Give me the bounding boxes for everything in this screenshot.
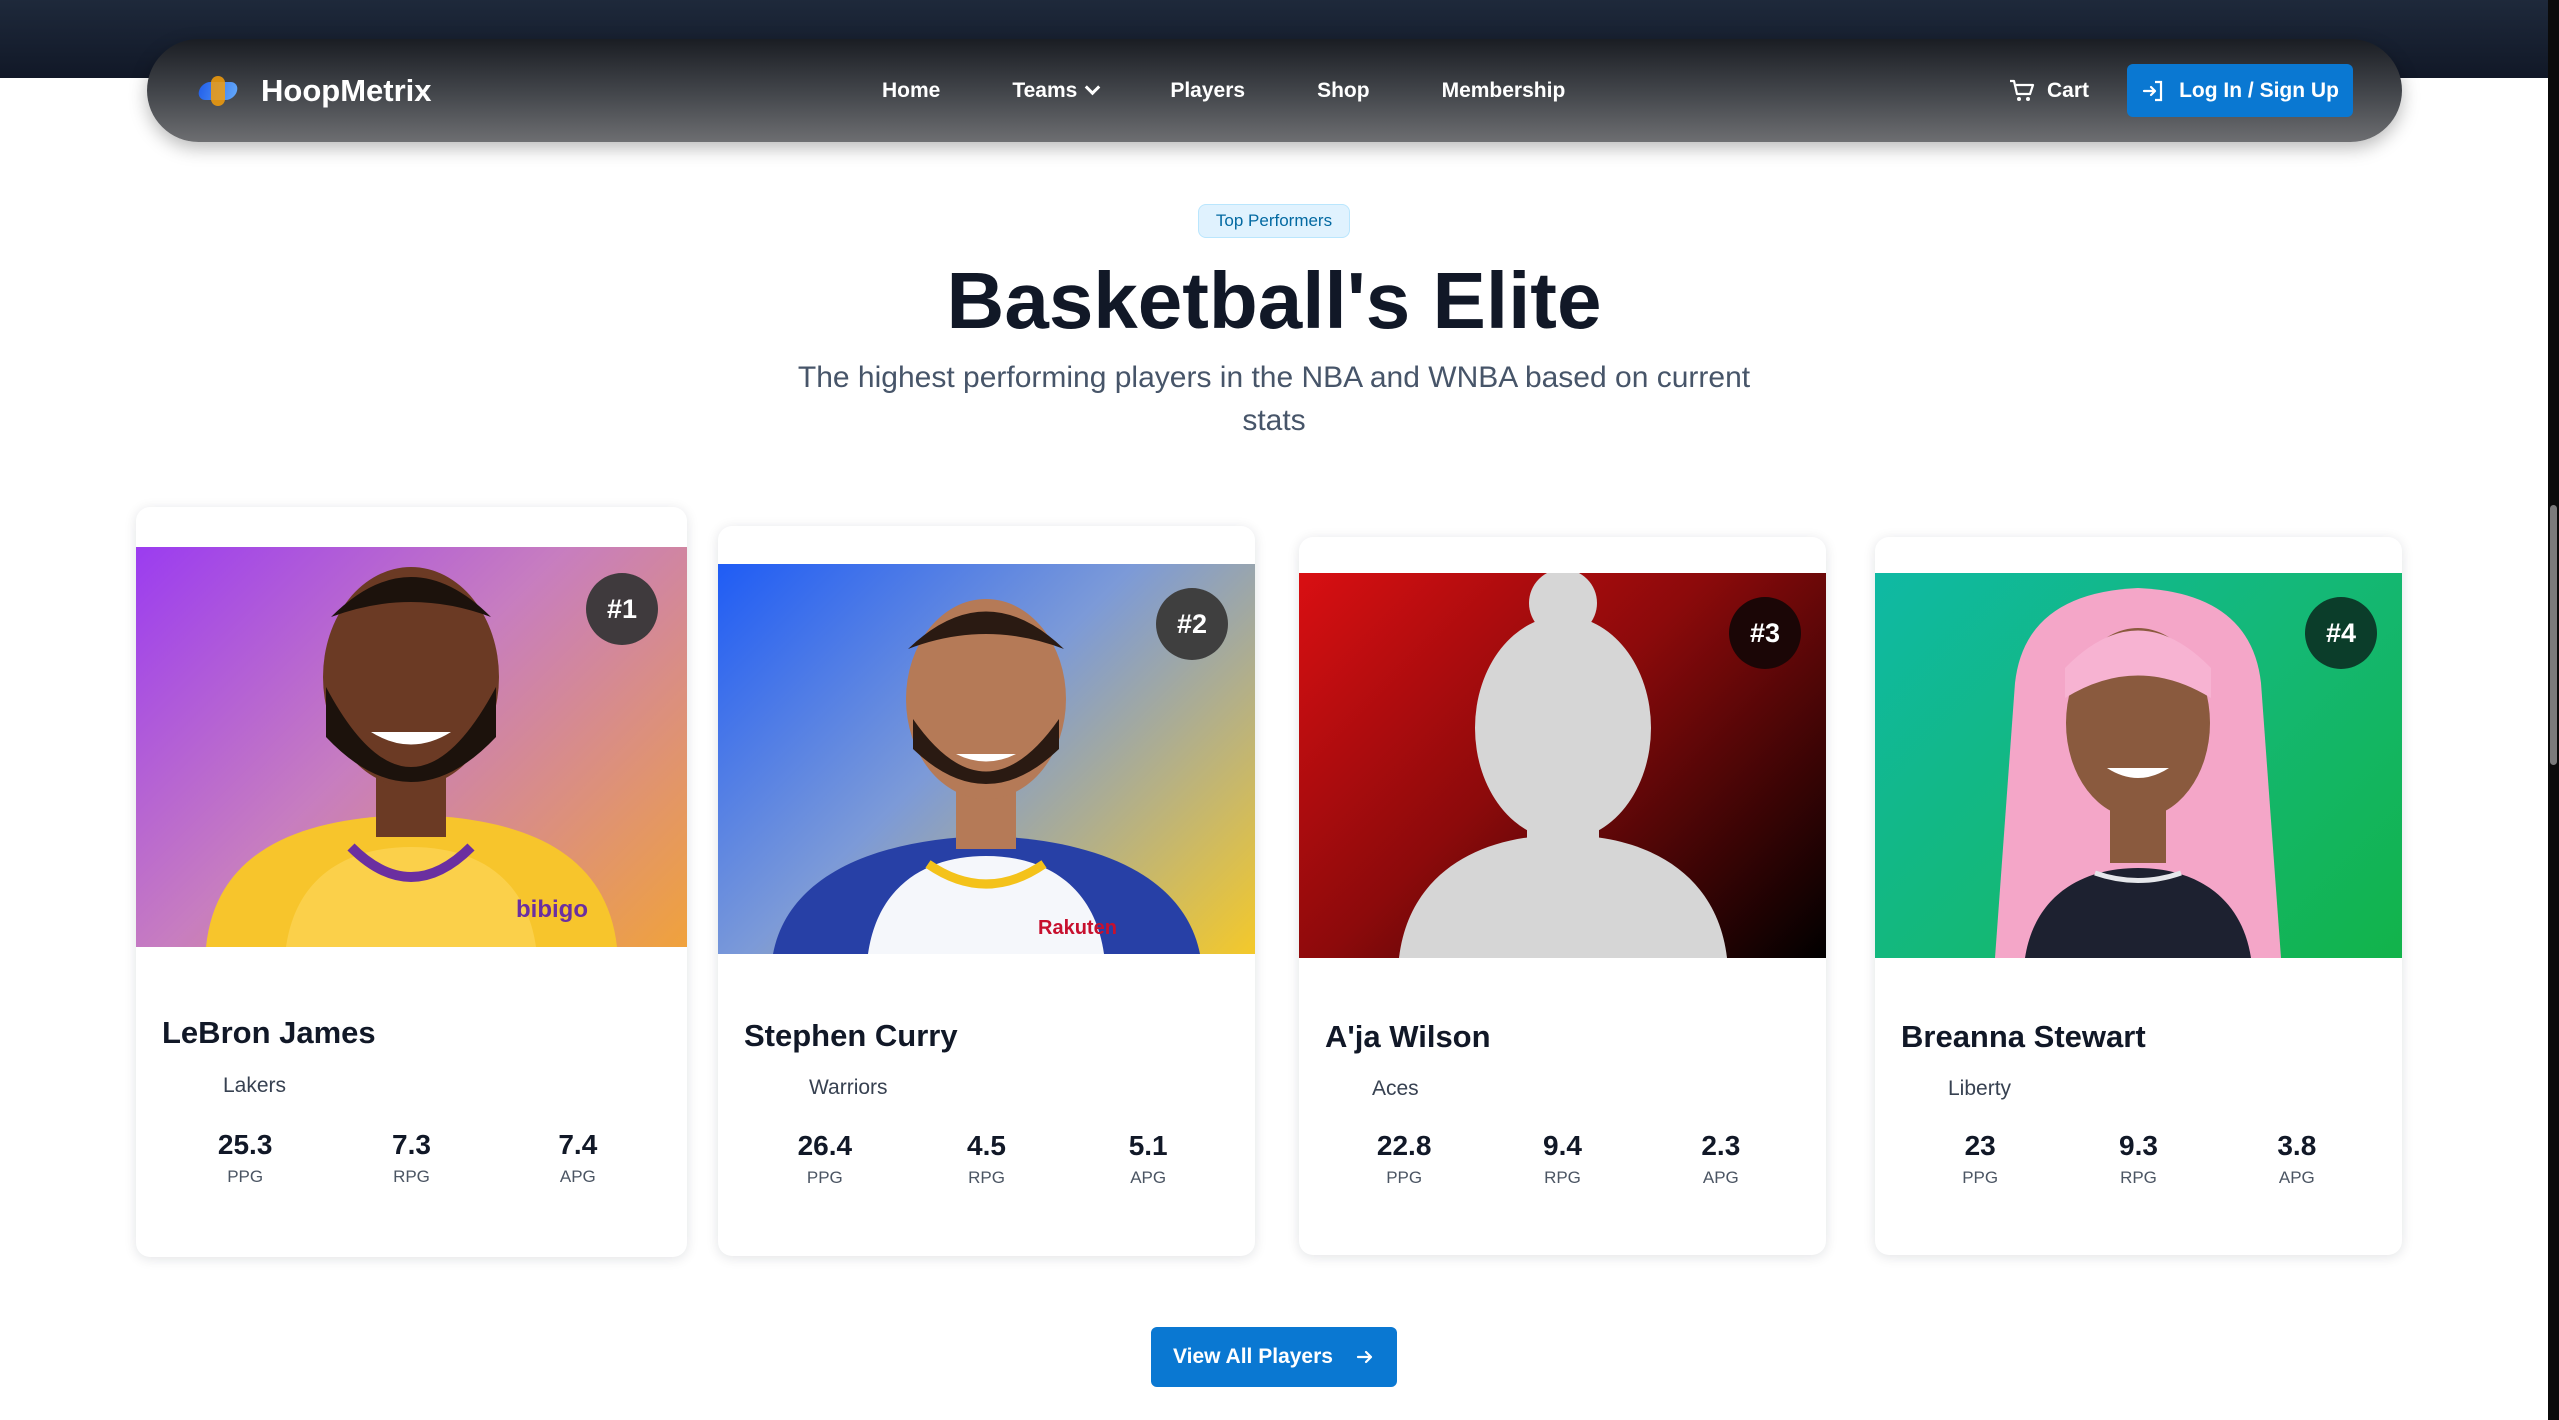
stat-label: RPG [393, 1167, 430, 1186]
team-name: Warriors [809, 1076, 888, 1099]
player-stats: 25.3 PPG 7.3 RPG 7.4 APG [162, 1129, 661, 1187]
stat-rpg: 7.3 RPG [328, 1129, 494, 1187]
rank-badge: #1 [586, 573, 658, 645]
stat-value: 5.1 [1128, 1130, 1168, 1161]
stat-label: RPG [968, 1168, 1005, 1187]
stat-value: 9.4 [1543, 1130, 1582, 1161]
arrow-right-icon [1356, 1350, 1373, 1364]
stat-label: APG [1702, 1168, 1739, 1187]
stat-ppg: 22.8 PPG [1325, 1130, 1483, 1188]
stat-apg: 3.8 APG [2218, 1130, 2376, 1188]
nav-link-players[interactable]: Players [1170, 79, 1245, 103]
cart-link[interactable]: Cart [2009, 39, 2089, 142]
page-title: Basketball's Elite [946, 256, 1602, 345]
stat-value: 22.8 [1376, 1130, 1432, 1161]
player-name: Stephen Curry [744, 1018, 958, 1053]
stat-ppg: 26.4 PPG [744, 1130, 906, 1188]
stat-label: RPG [2120, 1168, 2157, 1187]
team-name: Liberty [1948, 1077, 2012, 1100]
player-card-aja-wilson[interactable]: #3 A'ja Wilson Aces 22.8 PPG 9.4 RPG 2.3 AP… [1299, 537, 1826, 1255]
stat-apg: 2.3 APG [1642, 1130, 1800, 1188]
stat-value: 7.4 [558, 1129, 598, 1160]
nav-link-membership[interactable]: Membership [1442, 79, 1566, 103]
stat-value: 2.3 [1701, 1130, 1741, 1161]
svg-text:Rakuten: Rakuten [1038, 917, 1117, 939]
player-card-lebron-james[interactable]: bibigo #1 LeBron James Lakers 25.3 PPG 7.… [136, 507, 687, 1257]
stat-label: PPG [1962, 1168, 1999, 1187]
login-signup-label: Log In / Sign Up [2179, 78, 2339, 102]
nav-link-shop[interactable]: Shop [1317, 79, 1370, 103]
main-navbar: HoopMetrix Home Teams Players Shop Membe… [147, 39, 2402, 142]
top-performers-badge: Top Performers [1198, 204, 1350, 238]
stat-apg: 7.4 APG [495, 1129, 661, 1187]
team-name: Aces [1372, 1077, 1419, 1100]
brand[interactable]: HoopMetrix [196, 39, 432, 142]
stat-ppg: 23 PPG [1901, 1130, 2059, 1188]
rank-badge: #2 [1156, 588, 1228, 660]
player-stats: 26.4 PPG 4.5 RPG 5.1 APG [744, 1130, 1229, 1188]
player-stats: 23 PPG 9.3 RPG 3.8 APG [1901, 1130, 2376, 1188]
player-name: Breanna Stewart [1901, 1019, 2146, 1054]
stat-rpg: 4.5 RPG [906, 1130, 1068, 1188]
login-signup-button[interactable]: Log In / Sign Up [2127, 64, 2353, 117]
stat-label: APG [2278, 1168, 2315, 1187]
page-scrollbar[interactable] [2548, 0, 2559, 1420]
stat-value: 9.3 [2119, 1130, 2158, 1161]
player-card-stephen-curry[interactable]: Rakuten #2 Stephen Curry Warriors 26.4 PP… [718, 526, 1255, 1256]
player-stats: 22.8 PPG 9.4 RPG 2.3 APG [1325, 1130, 1800, 1188]
stat-value: 26.4 [797, 1130, 853, 1161]
stat-label: PPG [806, 1168, 843, 1187]
nav-link-home[interactable]: Home [882, 79, 940, 103]
stat-ppg: 25.3 PPG [162, 1129, 328, 1187]
stat-label: PPG [227, 1167, 264, 1186]
chevron-down-icon [1085, 79, 1101, 96]
stat-value: 4.5 [967, 1130, 1006, 1161]
stat-value: 3.8 [2277, 1130, 2317, 1161]
scrollbar-thumb[interactable] [2550, 505, 2557, 765]
rank-badge: #3 [1729, 597, 1801, 669]
stat-value: 23 [1964, 1130, 1996, 1161]
svg-text:bibigo: bibigo [516, 896, 588, 923]
stat-rpg: 9.4 RPG [1483, 1130, 1641, 1188]
nav-link-teams[interactable]: Teams [1012, 78, 1101, 103]
page-subtitle: The highest performing players in the NB… [797, 361, 1751, 437]
cart-icon [2010, 79, 2035, 101]
player-card-breanna-stewart[interactable]: #4 Breanna Stewart Liberty 23 PPG 9.3 RPG … [1875, 537, 2402, 1255]
view-all-players-button[interactable]: View All Players [1151, 1327, 1397, 1387]
team-name: Lakers [223, 1074, 287, 1097]
stat-value: 7.3 [392, 1129, 431, 1160]
rank-badge: #4 [2305, 597, 2377, 669]
stat-label: APG [559, 1167, 596, 1186]
player-name: A'ja Wilson [1325, 1019, 1491, 1054]
view-all-players-label: View All Players [1173, 1345, 1333, 1368]
player-name: LeBron James [162, 1015, 376, 1050]
login-icon [2142, 80, 2163, 101]
stat-label: APG [1130, 1168, 1167, 1187]
nav-links: Home Teams Players Shop Membership [882, 39, 1637, 142]
stat-value: 25.3 [217, 1129, 273, 1160]
nav-link-teams-label: Teams [1012, 78, 1078, 102]
stat-label: RPG [1544, 1168, 1581, 1187]
stat-apg: 5.1 APG [1067, 1130, 1229, 1188]
brand-name: HoopMetrix [261, 72, 432, 108]
stat-label: PPG [1386, 1168, 1423, 1187]
cart-label: Cart [2047, 78, 2090, 102]
stat-rpg: 9.3 RPG [2059, 1130, 2217, 1188]
hoopmetrix-logo-icon [196, 75, 240, 106]
